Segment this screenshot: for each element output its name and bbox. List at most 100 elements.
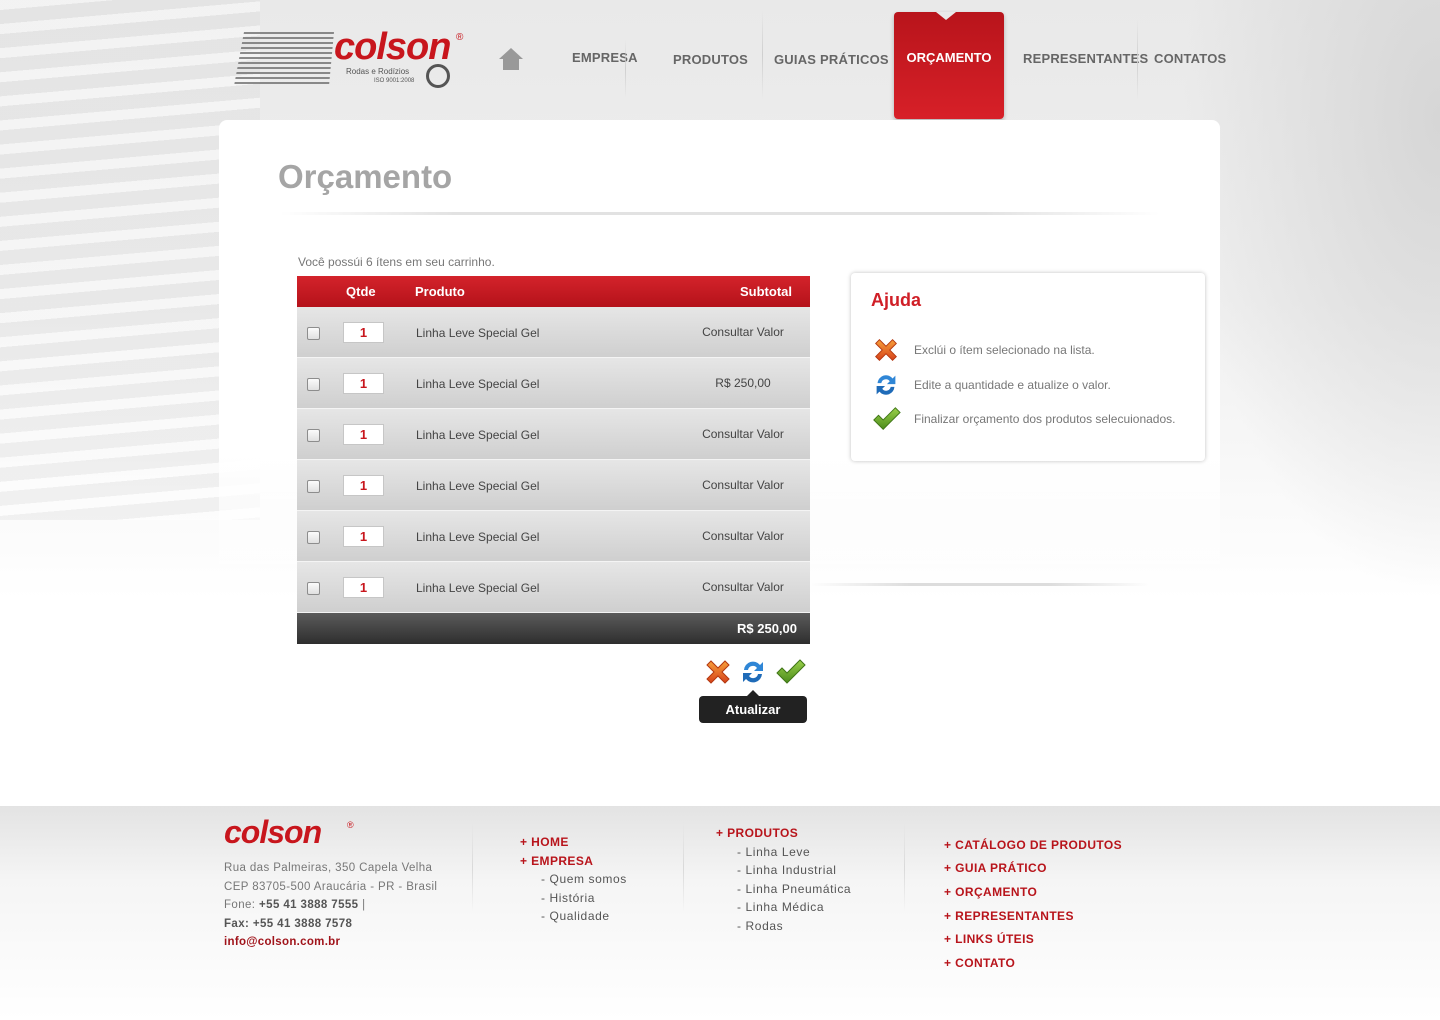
column-header-produto: Produto (415, 284, 465, 299)
cart-table: Qtde Produto Subtotal Linha Leve Special… (297, 276, 810, 644)
content-divider (810, 583, 1150, 586)
nav-divider (762, 10, 763, 100)
footer-link-catalogo[interactable]: + CATÁLOGO DE PRODUTOS (944, 838, 1122, 852)
footer-link-produtos[interactable]: + PRODUTOS (716, 826, 798, 840)
footer-link-quem-somos[interactable]: - Quem somos (541, 872, 627, 886)
footer-link-guia-pratico[interactable]: + GUIA PRÁTICO (944, 861, 1047, 875)
cart-count-note: Você possúi 6 ítens em seu carrinho. (298, 255, 495, 269)
home-icon-body (503, 59, 519, 70)
delete-icon[interactable] (702, 656, 734, 688)
product-name: Linha Leve Special Gel (416, 326, 540, 340)
row-select-checkbox[interactable] (307, 429, 320, 442)
column-header-qtde: Qtde (346, 284, 376, 299)
table-row: Linha Leve Special Gel Consultar Valor (297, 307, 810, 358)
home-icon-roof (499, 48, 523, 59)
footer-address-line1: Rua das Palmeiras, 350 Capela Velha (224, 862, 433, 874)
page-title: Orçamento (278, 158, 453, 195)
footer-divider (683, 822, 684, 912)
checkmark-icon (873, 407, 901, 430)
delete-icon (875, 339, 897, 361)
footer-address-line2: CEP 83705-500 Araucária - PR - Brasil (224, 881, 438, 893)
nav-guias-praticos[interactable]: GUIAS PRÁTICOS (774, 52, 889, 67)
logo-stripes (234, 32, 334, 86)
quantity-input[interactable] (343, 475, 384, 496)
help-item: Exclúi o ítem selecionado na lista. (871, 335, 1201, 365)
row-subtotal: Consultar Valor (702, 478, 784, 492)
quantity-input[interactable] (343, 526, 384, 547)
footer-link-linha-pneumatica[interactable]: - Linha Pneumática (737, 882, 851, 896)
cart-total-value: R$ 250,00 (737, 621, 797, 636)
row-subtotal: R$ 250,00 (715, 376, 771, 390)
tooltip-label: Atualizar (725, 702, 781, 717)
footer-phone: Fone: +55 41 3888 7555 | (224, 899, 365, 911)
help-box: Ajuda Exclúi o ítem selecionado na lista… (851, 273, 1205, 461)
site-logo[interactable]: colson ® Rodas e Rodízios ISO 9001:2008 (234, 26, 470, 90)
footer-phone-number: +55 41 3888 7555 (259, 899, 359, 911)
footer-link-linha-industrial[interactable]: - Linha Industrial (737, 863, 837, 877)
quantity-input[interactable] (343, 322, 384, 343)
checkmark-icon[interactable] (774, 656, 806, 688)
nav-representantes[interactable]: REPRESENTANTES (1023, 51, 1148, 66)
nav-orcamento[interactable]: ORÇAMENTO (894, 12, 1004, 119)
nav-divider (1137, 20, 1138, 100)
footer-link-historia[interactable]: - História (541, 891, 595, 905)
quantity-input[interactable] (343, 373, 384, 394)
tooltip-arrow (747, 690, 759, 696)
footer-link-contato[interactable]: + CONTATO (944, 956, 1015, 970)
footer-link-empresa[interactable]: + EMPRESA (520, 854, 593, 868)
footer-divider (904, 822, 905, 912)
footer-reg-mark: ® (347, 820, 354, 830)
row-select-checkbox[interactable] (307, 582, 320, 595)
refresh-icon[interactable] (737, 656, 769, 688)
refresh-icon (876, 375, 896, 395)
table-row: Linha Leve Special Gel Consultar Valor (297, 562, 810, 613)
product-name: Linha Leve Special Gel (416, 428, 540, 442)
footer-email-link[interactable]: info@colson.com.br (224, 936, 340, 948)
footer-fax-number: +55 41 3888 7578 (252, 918, 353, 930)
nav-empresa[interactable]: EMPRESA (572, 50, 638, 65)
row-select-checkbox[interactable] (307, 378, 320, 391)
footer-logo[interactable]: colson (224, 814, 322, 851)
table-row: Linha Leve Special Gel Consultar Valor (297, 409, 810, 460)
footer-link-home[interactable]: + HOME (520, 835, 569, 849)
row-subtotal: Consultar Valor (702, 427, 784, 441)
footer-link-representantes[interactable]: + REPRESENTANTES (944, 909, 1074, 923)
action-tooltip: Atualizar (699, 690, 807, 723)
cart-total-bar: R$ 250,00 (297, 613, 810, 644)
nav-orcamento-label: ORÇAMENTO (906, 50, 992, 65)
product-name: Linha Leve Special Gel (416, 479, 540, 493)
help-item-text: Finalizar orçamento dos produtos selecui… (914, 412, 1176, 426)
row-select-checkbox[interactable] (307, 480, 320, 493)
nav-active-notch (936, 12, 956, 20)
cart-table-header: Qtde Produto Subtotal (297, 276, 810, 307)
footer-link-orcamento[interactable]: + ORÇAMENTO (944, 885, 1037, 899)
home-icon[interactable] (498, 48, 524, 72)
footer-link-linha-medica[interactable]: - Linha Médica (737, 900, 824, 914)
footer-fax-label: Fax: (224, 918, 250, 930)
row-subtotal: Consultar Valor (702, 325, 784, 339)
product-name: Linha Leve Special Gel (416, 377, 540, 391)
column-header-subtotal: Subtotal (740, 284, 792, 299)
logo-brand: colson (334, 26, 451, 68)
help-title: Ajuda (871, 290, 922, 310)
logo-iso: ISO 9001:2008 (374, 78, 415, 84)
quantity-input[interactable] (343, 577, 384, 598)
footer-link-linha-leve[interactable]: - Linha Leve (737, 845, 810, 859)
footer-link-links-uteis[interactable]: + LINKS ÚTEIS (944, 932, 1034, 946)
footer-phone-separator: | (362, 899, 366, 911)
footer-phone-label: Fone: (224, 899, 256, 911)
iso-seal-icon (426, 64, 450, 88)
nav-produtos[interactable]: PRODUTOS (673, 52, 748, 67)
table-row: Linha Leve Special Gel Consultar Valor (297, 460, 810, 511)
quantity-input[interactable] (343, 424, 384, 445)
footer-divider (472, 822, 473, 912)
table-row: Linha Leve Special Gel Consultar Valor (297, 511, 810, 562)
nav-contatos[interactable]: CONTATOS (1154, 51, 1226, 66)
row-select-checkbox[interactable] (307, 327, 320, 340)
cart-actions (700, 656, 810, 692)
footer-link-qualidade[interactable]: - Qualidade (541, 909, 610, 923)
footer-link-rodas[interactable]: - Rodas (737, 919, 783, 933)
title-divider (280, 212, 1160, 215)
row-select-checkbox[interactable] (307, 531, 320, 544)
logo-reg-mark: ® (456, 32, 464, 43)
